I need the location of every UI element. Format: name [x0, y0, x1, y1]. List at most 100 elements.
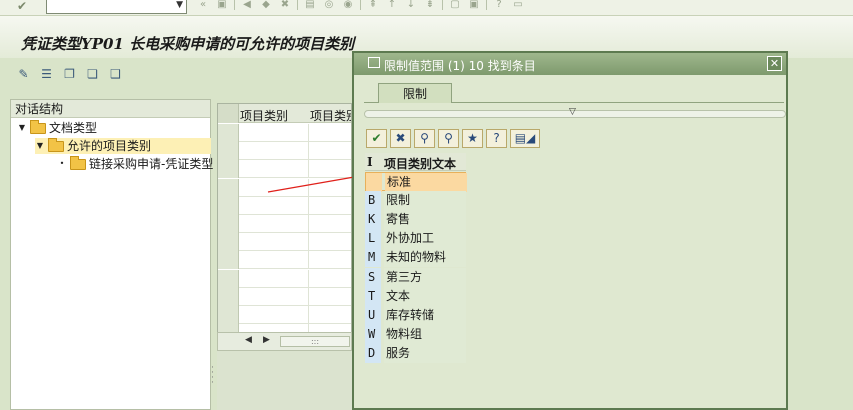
favorites-icon[interactable]: ★	[462, 129, 483, 148]
separator	[486, 0, 487, 10]
first-page-icon[interactable]: ⇞	[366, 0, 380, 10]
cancel-icon[interactable]: ✖	[390, 129, 411, 148]
table-row[interactable]	[218, 287, 351, 306]
expand-triangle-icon[interactable]: ▼	[17, 120, 27, 136]
save-icon[interactable]: ▣	[215, 0, 229, 10]
check-icon[interactable]: ✔	[17, 0, 33, 13]
list-item[interactable]: S 第三方	[365, 267, 466, 287]
text-column-header[interactable]: 项目类别文本	[384, 155, 456, 172]
new-session-icon[interactable]: ▢	[448, 0, 462, 10]
row-selector[interactable]	[218, 306, 239, 324]
table-row[interactable]	[218, 196, 351, 215]
back-icon[interactable]: ◀	[240, 0, 254, 10]
tree-node-allowed-item-categories[interactable]: ▼ 允许的项目类别	[35, 137, 211, 154]
separator	[234, 0, 235, 10]
table-cell[interactable]	[240, 306, 309, 324]
list-item[interactable]: B 限制	[365, 191, 466, 211]
shortcut-icon[interactable]: ▣	[467, 0, 481, 10]
table-row[interactable]	[218, 124, 351, 142]
row-selector[interactable]	[218, 269, 239, 288]
print-icon[interactable]: ▤◢	[510, 129, 540, 148]
row-selector[interactable]	[218, 233, 239, 252]
list-item[interactable]: U 库存转储	[365, 305, 466, 325]
delete-icon[interactable]: ❏	[84, 66, 101, 83]
list-item[interactable]: K 寄售	[365, 210, 466, 230]
row-selector[interactable]	[218, 287, 239, 306]
list-item[interactable]: W 物料组	[365, 324, 466, 344]
row-selector[interactable]	[218, 124, 239, 142]
tab-strip: 限制	[364, 81, 784, 103]
collapse-splitter[interactable]: ▽	[364, 107, 786, 118]
key-column-header[interactable]: I	[367, 155, 373, 169]
find-next-icon[interactable]: ◉	[341, 0, 355, 10]
row-selector[interactable]	[218, 178, 239, 197]
tree-node-link-purchase-requisition[interactable]: • 链接采购申请-凭证类型	[57, 155, 213, 172]
list-item[interactable]: M 未知的物料	[365, 248, 466, 268]
table-cell[interactable]	[240, 142, 309, 161]
table-row[interactable]	[218, 251, 351, 270]
dialog-title: 限制值范围 (1) 10 找到条目	[384, 59, 536, 73]
confirm-icon[interactable]: ✔	[366, 129, 387, 148]
scroll-left-icon[interactable]: ◀	[245, 335, 252, 345]
collapse-icon[interactable]: ▽	[569, 107, 576, 117]
find-icon[interactable]: ⚲	[414, 129, 435, 148]
scroll-right-icon[interactable]: ▶	[263, 335, 270, 345]
table-cell[interactable]	[240, 196, 309, 215]
back-nav-icon[interactable]: «	[196, 0, 210, 10]
exit-icon[interactable]: ◆	[259, 0, 273, 10]
splitter-handle[interactable]: · · · ·	[211, 364, 214, 388]
print-icon[interactable]: ▤	[303, 0, 317, 10]
table-row[interactable]	[218, 233, 351, 252]
copy-as-icon[interactable]: ❐	[61, 66, 78, 83]
table-cell[interactable]	[240, 269, 309, 288]
table-row[interactable]	[218, 306, 351, 324]
table-cell[interactable]	[240, 124, 309, 142]
find-icon[interactable]: ◎	[322, 0, 336, 10]
last-page-icon[interactable]: ⇟	[423, 0, 437, 10]
scroll-thumb[interactable]: :::	[280, 336, 350, 347]
row-selector[interactable]	[218, 196, 239, 215]
table-cell[interactable]	[240, 287, 309, 306]
table-cell[interactable]	[240, 215, 309, 233]
row-selector[interactable]	[218, 160, 239, 179]
table-row[interactable]	[218, 269, 351, 288]
display-change-icon[interactable]: ✎	[15, 66, 32, 83]
list-item[interactable]: T 文本	[365, 286, 466, 306]
list-item[interactable]: L 外协加工	[365, 229, 466, 249]
column-header[interactable]: 项目类别	[240, 107, 288, 124]
select-all-icon[interactable]: ❑	[107, 66, 124, 83]
item-text: 标准	[385, 173, 467, 192]
item-text: 物料组	[384, 324, 466, 344]
tree-header: 对话结构	[11, 100, 210, 118]
row-selector[interactable]	[218, 142, 239, 161]
command-field[interactable]: ▼	[46, 0, 187, 14]
layout-icon[interactable]: ▭	[511, 0, 525, 10]
table-cell[interactable]	[240, 251, 309, 270]
column-header[interactable]: 项目类别	[310, 107, 351, 124]
chevron-down-icon[interactable]: ▼	[176, 0, 183, 10]
row-selector[interactable]	[218, 215, 239, 233]
tree-node-document-type[interactable]: ▼ 文档类型	[17, 119, 97, 136]
table-cell[interactable]	[240, 233, 309, 252]
close-button[interactable]: ✕	[767, 56, 782, 71]
table-row[interactable]	[218, 142, 351, 161]
table-scrollbar[interactable]: ◀ ▶ :::	[217, 332, 352, 351]
item-key: S	[365, 267, 381, 287]
row-selector[interactable]	[218, 251, 239, 270]
select-all-cell[interactable]	[218, 104, 239, 123]
list-item[interactable]: D 服务	[365, 343, 466, 363]
next-page-icon[interactable]: ↓	[404, 0, 418, 10]
separator	[442, 0, 443, 10]
expand-triangle-icon[interactable]: ▼	[35, 138, 45, 154]
help-icon[interactable]: ?	[486, 129, 507, 148]
dialog-toolbar: ✔ ✖ ⚲ ⚲ ★ ? ▤◢	[366, 129, 540, 148]
cancel-icon[interactable]: ✖	[278, 0, 292, 10]
dialog-title-bar[interactable]: 限制值范围 (1) 10 找到条目 ✕	[354, 53, 786, 75]
list-item[interactable]: 标准	[365, 172, 467, 192]
help-icon[interactable]: ?	[492, 0, 506, 10]
table-row[interactable]	[218, 215, 351, 233]
new-entries-icon[interactable]: ☰	[38, 66, 55, 83]
prev-page-icon[interactable]: ↑	[385, 0, 399, 10]
tab-restrictions[interactable]: 限制	[378, 83, 452, 103]
find-next-icon[interactable]: ⚲	[438, 129, 459, 148]
